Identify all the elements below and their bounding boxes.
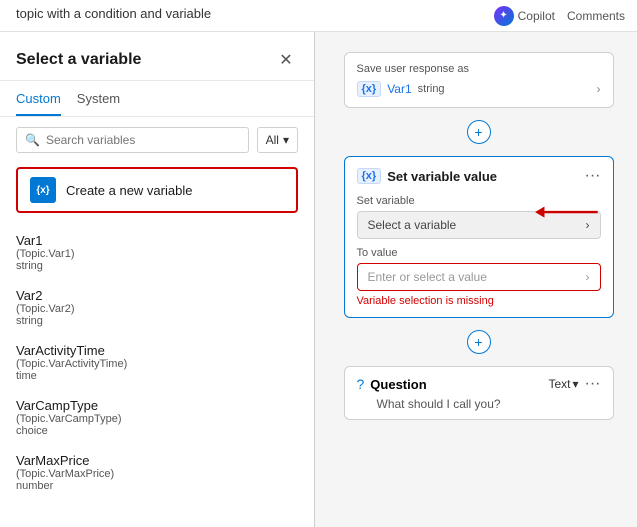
- filter-label: All: [266, 133, 279, 147]
- list-item[interactable]: Var1 (Topic.Var1) string: [0, 225, 314, 280]
- question-sub-text: What should I call you?: [357, 397, 601, 411]
- variable-list: Var1 (Topic.Var1) string Var2 (Topic.Var…: [0, 221, 314, 527]
- var-item-topic: (Topic.Var2): [16, 303, 298, 315]
- tab-custom[interactable]: Custom: [16, 81, 61, 116]
- page-title: topic with a condition and variable: [16, 6, 211, 21]
- var-item-topic: (Topic.VarCampType): [16, 413, 298, 425]
- text-type-badge: Text ▾: [548, 377, 578, 391]
- filter-chevron-icon: ▾: [283, 133, 289, 147]
- var1-type: string: [418, 83, 445, 95]
- var-item-topic: (Topic.VarMaxPrice): [16, 468, 298, 480]
- more-options-icon[interactable]: ···: [585, 167, 601, 185]
- search-input-wrap: 🔍: [16, 127, 249, 153]
- set-variable-card: {x} Set variable value ··· Set variable …: [344, 156, 614, 318]
- copilot-button[interactable]: ✦ Copilot: [494, 6, 555, 26]
- filter-dropdown[interactable]: All ▾: [257, 127, 298, 153]
- enter-value-placeholder: Enter or select a value: [368, 270, 487, 284]
- to-value-input[interactable]: Enter or select a value ›: [357, 263, 601, 291]
- panel-tabs: Custom System: [0, 81, 314, 117]
- close-panel-button[interactable]: ✕: [274, 48, 298, 72]
- question-label: Question: [370, 377, 542, 392]
- text-type-chevron: ▾: [572, 377, 578, 391]
- question-icon: ?: [357, 376, 365, 392]
- save-response-label: Save user response as: [357, 63, 601, 75]
- search-row: 🔍 All ▾: [0, 117, 314, 163]
- canvas-content: Save user response as {x} Var1 string › …: [320, 32, 637, 527]
- set-var-badge: {x}: [357, 168, 382, 184]
- set-var-title: Set variable value: [387, 169, 578, 184]
- var-item-type: time: [16, 370, 298, 382]
- comments-button[interactable]: Comments: [567, 9, 625, 23]
- var-item-name: VarActivityTime: [16, 343, 298, 358]
- create-new-var-icon: {x}: [30, 177, 56, 203]
- panel-header: Select a variable ✕: [0, 32, 314, 81]
- plus-connector-2[interactable]: +: [467, 330, 491, 354]
- canvas-area: Save user response as {x} Var1 string › …: [0, 32, 637, 527]
- tab-system[interactable]: System: [77, 81, 120, 116]
- select-var-placeholder: Select a variable: [368, 218, 457, 232]
- create-new-var-label: Create a new variable: [66, 183, 192, 198]
- var-item-type: choice: [16, 425, 298, 437]
- set-var-field-label: Set variable: [357, 195, 601, 207]
- create-new-variable-button[interactable]: {x} Create a new variable: [16, 167, 298, 213]
- list-item[interactable]: Var2 (Topic.Var2) string: [0, 280, 314, 335]
- var1-name: Var1: [387, 82, 411, 96]
- var-item-type: number: [16, 480, 298, 492]
- question-more-icon[interactable]: ···: [585, 375, 601, 393]
- error-message: Variable selection is missing: [357, 295, 601, 307]
- search-input[interactable]: [46, 133, 240, 147]
- list-item[interactable]: VarMaxPrice (Topic.VarMaxPrice) number: [0, 445, 314, 500]
- search-icon: 🔍: [25, 133, 40, 147]
- var-item-name: Var1: [16, 233, 298, 248]
- copilot-icon: ✦: [494, 6, 514, 26]
- to-value-label: To value: [357, 247, 601, 259]
- select-variable-panel: Select a variable ✕ Custom System 🔍 All …: [0, 32, 315, 527]
- chevron-right-icon: ›: [597, 82, 601, 96]
- question-header: ? Question Text ▾ ···: [357, 375, 601, 393]
- var-item-topic: (Topic.Var1): [16, 248, 298, 260]
- var-item-topic: (Topic.VarActivityTime): [16, 358, 298, 370]
- var-badge: {x}: [357, 81, 382, 97]
- top-bar-actions: ✦ Copilot Comments: [494, 6, 625, 26]
- select-variable-button[interactable]: Select a variable ›: [357, 211, 601, 239]
- question-card: ? Question Text ▾ ··· What should I call…: [344, 366, 614, 420]
- list-item[interactable]: VarCampType (Topic.VarCampType) choice: [0, 390, 314, 445]
- select-var-chevron: ›: [586, 218, 590, 232]
- copilot-label: Copilot: [518, 9, 555, 23]
- text-type-label: Text: [548, 377, 570, 391]
- comments-label: Comments: [567, 9, 625, 23]
- set-var-header: {x} Set variable value ···: [357, 167, 601, 185]
- top-bar: topic with a condition and variable ✦ Co…: [0, 0, 637, 32]
- var-item-name: VarMaxPrice: [16, 453, 298, 468]
- var-item-name: Var2: [16, 288, 298, 303]
- save-response-row: {x} Var1 string ›: [357, 81, 601, 97]
- var-item-name: VarCampType: [16, 398, 298, 413]
- var-item-type: string: [16, 260, 298, 272]
- save-user-response-card: Save user response as {x} Var1 string ›: [344, 52, 614, 108]
- var-item-type: string: [16, 315, 298, 327]
- to-value-chevron: ›: [586, 270, 590, 284]
- panel-title: Select a variable: [16, 51, 141, 69]
- plus-connector[interactable]: +: [467, 120, 491, 144]
- list-item[interactable]: VarActivityTime (Topic.VarActivityTime) …: [0, 335, 314, 390]
